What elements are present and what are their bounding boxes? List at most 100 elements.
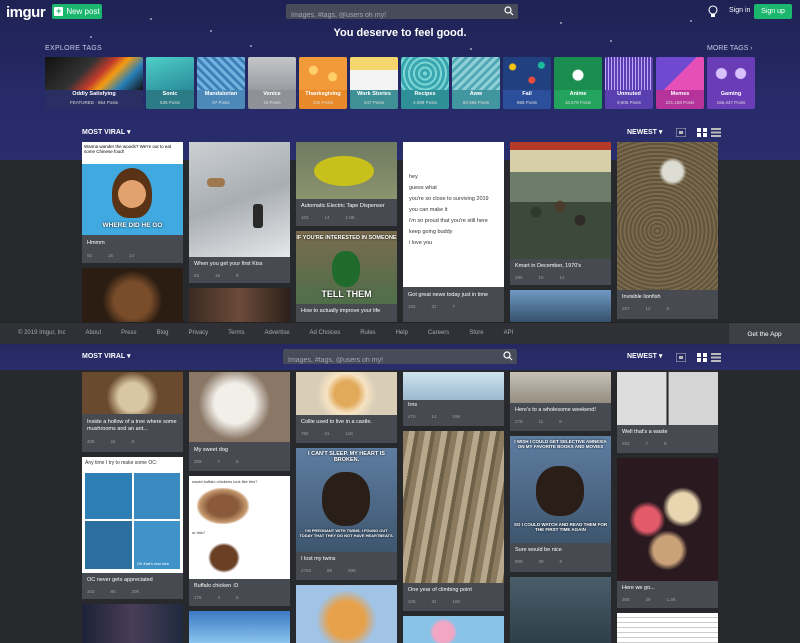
footer-link[interactable]: API bbox=[504, 330, 514, 336]
post-title: Automatic Electric Tape Dispenser bbox=[301, 203, 385, 209]
post-card[interactable] bbox=[82, 604, 183, 643]
footer-link[interactable]: Blog bbox=[156, 330, 168, 336]
post-card[interactable] bbox=[403, 616, 504, 643]
view-grid-icon[interactable] bbox=[697, 353, 707, 362]
new-post-button[interactable]: + New post bbox=[52, 4, 102, 19]
post-title: How to actually improve your life bbox=[301, 308, 381, 314]
tag-image bbox=[45, 57, 143, 90]
newest-dropdown[interactable]: NEWEST ▾ bbox=[627, 352, 662, 360]
sign-up-button[interactable]: Sign up bbox=[754, 4, 792, 19]
tag-card[interactable]: Recipes 4,898 Posts bbox=[401, 57, 449, 109]
footer-link[interactable]: Press bbox=[121, 330, 136, 336]
tag-card[interactable]: Gaming 156,447 Posts bbox=[707, 57, 755, 109]
footer-link[interactable]: Help bbox=[396, 330, 408, 336]
more-tags-link[interactable]: MORE TAGS › bbox=[707, 45, 753, 52]
post-card[interactable]: Kmart in December, 1970's 290 15 14 bbox=[510, 142, 611, 285]
newest-dropdown[interactable]: NEWEST ▾ bbox=[627, 128, 662, 136]
post-card[interactable]: I WISH I COULD GET SELECTIVE AMNESIA ON … bbox=[510, 436, 611, 572]
tape-dispenser bbox=[314, 156, 374, 186]
post-card[interactable] bbox=[617, 613, 718, 643]
footer-link[interactable]: Careers bbox=[428, 330, 449, 336]
post-card[interactable]: would buffalo chickens look like this? o… bbox=[189, 476, 290, 606]
tag-card[interactable]: Aww 50,566 Posts bbox=[452, 57, 500, 109]
tag-card[interactable]: Sonic 535 Posts bbox=[146, 57, 194, 109]
tag-card[interactable]: Work Stories 247 Posts bbox=[350, 57, 398, 109]
post-meta: 290 15 14 bbox=[515, 275, 565, 280]
footer-link[interactable]: Rules bbox=[360, 330, 375, 336]
sign-in-link[interactable]: Sign in bbox=[729, 7, 750, 14]
view-compact-icon[interactable] bbox=[711, 353, 721, 362]
footer-link[interactable]: Terms bbox=[228, 330, 244, 336]
tag-card[interactable]: Anime 16,579 Posts bbox=[554, 57, 602, 109]
footer-link[interactable]: Store bbox=[469, 330, 483, 336]
copyright-text: © 2019 Imgur, Inc bbox=[18, 330, 66, 336]
post-card[interactable]: hey guess what you're so close to surviv… bbox=[403, 142, 504, 322]
post-card[interactable]: Here we go... 308 29 1.3K bbox=[617, 458, 718, 608]
hero-tagline: You deserve to feel good. bbox=[333, 27, 467, 39]
post-card[interactable] bbox=[82, 268, 183, 322]
most-viral-dropdown[interactable]: MOST VIRAL ▾ bbox=[82, 128, 131, 136]
tag-card[interactable]: Mandalorian 97 Posts bbox=[197, 57, 245, 109]
post-card[interactable] bbox=[189, 288, 290, 322]
search-icon[interactable] bbox=[504, 6, 514, 16]
post-card[interactable]: Collie used to live in a castle. 782 21 11… bbox=[296, 372, 397, 443]
post-card[interactable]: Irns 470 14 19K bbox=[403, 372, 504, 426]
footer-link[interactable]: Privacy bbox=[189, 330, 209, 336]
imgur-logo[interactable]: imgur bbox=[6, 4, 46, 21]
post-card[interactable]: I CAN'T SLEEP. MY HEART IS BROKEN. I'M P… bbox=[296, 448, 397, 580]
tag-label: Recipes bbox=[414, 91, 436, 97]
tag-card[interactable]: Thanksgiving 226 Posts bbox=[299, 57, 347, 109]
post-meta: 102 31 7 bbox=[408, 304, 456, 309]
post-card[interactable]: My sweet dog 309 7 6 bbox=[189, 372, 290, 471]
post-card[interactable] bbox=[510, 577, 611, 643]
post-card[interactable]: Automatic Electric Tape Dispenser 103 14 1… bbox=[296, 142, 397, 226]
post-meta: 406 22 8 bbox=[87, 439, 135, 444]
post-card[interactable]: Wanna wander the woods? We're out to eat… bbox=[82, 142, 183, 263]
post-card[interactable]: Here's to a wholesome weekend! 279 11 6 bbox=[510, 372, 611, 431]
post-card[interactable] bbox=[510, 290, 611, 322]
post-card[interactable] bbox=[189, 611, 290, 643]
post-image bbox=[510, 142, 611, 259]
post-image bbox=[510, 290, 611, 322]
footer-link[interactable]: Ad Choices bbox=[310, 330, 341, 336]
search-icon[interactable] bbox=[503, 351, 513, 361]
post-card[interactable]: IF YOU'RE INTERESTED IN SOMEONE TELL THE… bbox=[296, 231, 397, 322]
footer: © 2019 Imgur, Inc About Press Blog Priva… bbox=[0, 322, 800, 345]
tag-card[interactable]: Unmuted 9,805 Posts bbox=[605, 57, 653, 109]
footer-link[interactable]: About bbox=[85, 330, 101, 336]
post-image bbox=[510, 372, 611, 403]
post-title: Kmart in December, 1970's bbox=[515, 263, 582, 269]
comic-panel bbox=[85, 521, 132, 569]
tag-card[interactable]: Memes 221,158 Posts bbox=[656, 57, 704, 109]
search-input[interactable] bbox=[286, 8, 496, 23]
tag-count: 97 Posts bbox=[212, 100, 230, 105]
post-card[interactable]: When you get your first Kiss 63 16 9 bbox=[189, 142, 290, 283]
post-card[interactable]: Invisible lionfish 257 12 8 bbox=[617, 142, 718, 319]
view-grid-icon[interactable] bbox=[697, 128, 707, 137]
get-app-button[interactable]: Get the App bbox=[729, 323, 800, 345]
post-image bbox=[617, 372, 718, 425]
post-card[interactable]: One year of climbing point 345 31 15K bbox=[403, 431, 504, 611]
search-bar bbox=[286, 4, 518, 23]
search-input[interactable] bbox=[283, 353, 493, 368]
view-single-icon[interactable] bbox=[676, 353, 686, 362]
tag-image bbox=[503, 57, 551, 90]
most-viral-dropdown[interactable]: MOST VIRAL ▾ bbox=[82, 352, 131, 360]
view-compact-icon[interactable] bbox=[711, 128, 721, 137]
post-card[interactable]: Well that's a waste 204 7 9 bbox=[617, 372, 718, 453]
view-single-icon[interactable] bbox=[676, 128, 686, 137]
post-image bbox=[82, 604, 183, 643]
tag-card[interactable]: Oddly Satisfying FEATURED · 864 Posts bbox=[45, 57, 143, 109]
tag-card[interactable]: Fail 868 Posts bbox=[503, 57, 551, 109]
post-card[interactable]: Inside a hollow of a tree where some mus… bbox=[82, 372, 183, 452]
post-card[interactable]: Any time I try to make some OC: Oh that'… bbox=[82, 457, 183, 599]
post-card[interactable] bbox=[296, 585, 397, 643]
post-image bbox=[82, 268, 183, 322]
tag-label: Aww bbox=[469, 91, 483, 97]
post-title: One year of climbing point bbox=[408, 587, 472, 593]
post-meta: 309 7 6 bbox=[194, 459, 239, 464]
lightbulb-icon[interactable] bbox=[707, 5, 719, 18]
tag-image bbox=[299, 57, 347, 90]
footer-link[interactable]: Advertise bbox=[265, 330, 290, 336]
tag-card[interactable]: Venice 15 Posts bbox=[248, 57, 296, 109]
